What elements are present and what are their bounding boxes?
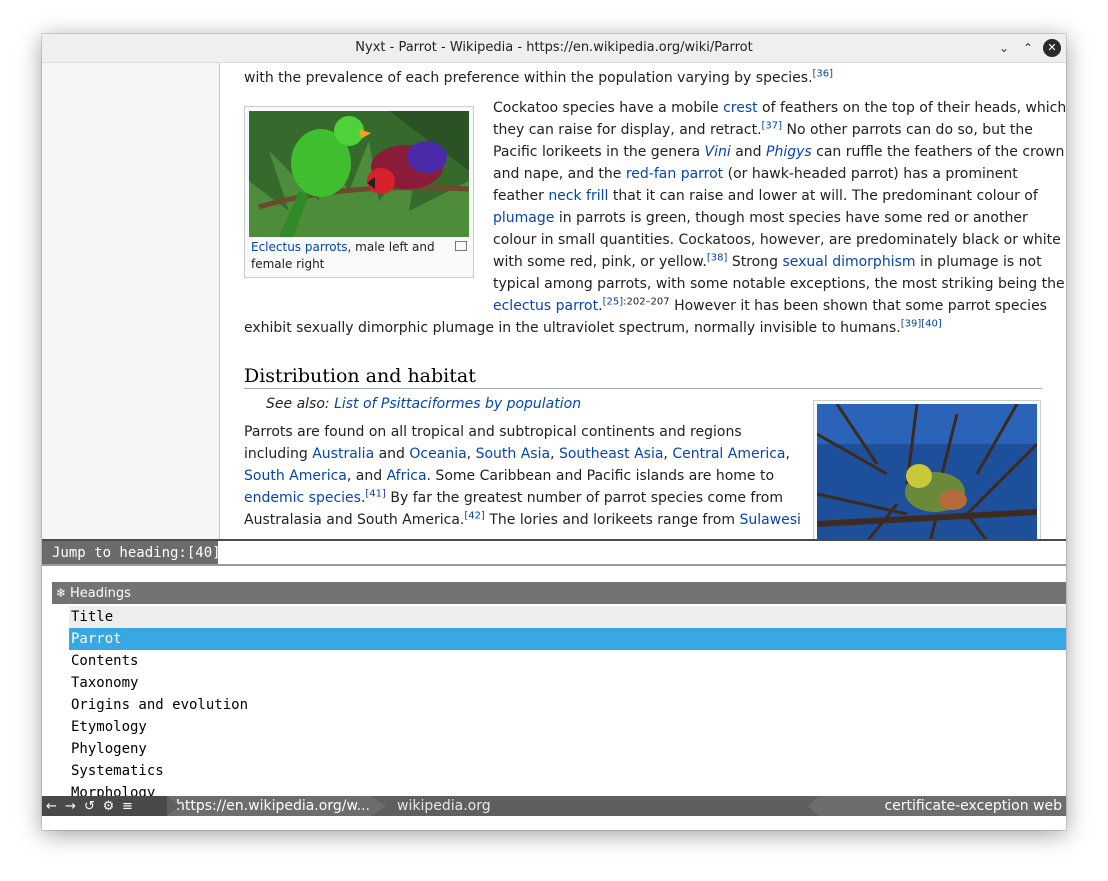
see-also-note: See also: List of Psittaciformes by popu… [266,396,582,412]
forward-arrow-icon[interactable]: → [61,797,80,817]
suggestion-item-contents[interactable]: Contents [69,650,1066,672]
parrot-in-tree-image[interactable] [817,404,1037,539]
page-content[interactable]: with the prevalence of each preference w… [42,63,1066,539]
reference-link[interactable]: [42] [464,510,485,521]
suggestion-item-parrot[interactable]: Parrot [69,628,1066,650]
window-bottom [42,816,1066,830]
prompt-label: Jump to heading:[40] [42,541,227,566]
article-line: feather neck frill that it can raise and… [493,188,1038,204]
left-sidebar [42,63,219,539]
article-line: with the prevalence of each preference w… [244,68,834,86]
article-line: including Australia and Oceania, South A… [244,446,790,462]
back-arrow-icon[interactable]: ← [42,797,61,817]
link-vini[interactable]: Vini [705,144,731,160]
article-line: plumage in parrots is green, though most… [493,210,1028,226]
source-name: Headings [70,586,131,601]
reload-icon[interactable]: ↺ [80,797,99,817]
article-line: Australasia and South America.[42] The l… [244,510,801,528]
link-neck-frill[interactable]: neck frill [548,188,608,204]
column-header: Title [69,606,1066,628]
chevron-down-icon[interactable]: ⌄ [995,39,1013,57]
browser-window: Nyxt - Parrot - Wikipedia - https://en.w… [42,34,1066,830]
suggestion-item-systematics[interactable]: Systematics [69,760,1066,782]
chevron-up-icon[interactable]: ⌃ [1019,39,1037,57]
window-title: Nyxt - Parrot - Wikipedia - https://en.w… [355,40,753,55]
suggestion-item-morphology[interactable]: Morphology [69,782,1066,796]
article-line: Parrots are found on all tropical and su… [244,424,742,440]
modes-segment[interactable]: certificate-exception web [808,796,1066,816]
suggestion-item-etymology[interactable]: Etymology [69,716,1066,738]
link-endemic-species[interactable]: endemic species [244,490,361,506]
navigation-buttons: ← → ↺ ⚙ ≡ [42,796,167,816]
article-line: they can raise for display, and retract.… [493,120,1033,138]
link-central-america[interactable]: Central America [672,446,785,462]
article-line: Cockatoo species have a mobile crest of … [493,100,1066,116]
link-eclectus-parrot[interactable]: eclectus parrot [493,298,598,314]
close-icon[interactable]: ✕ [1043,39,1061,57]
status-modes: certificate-exception web [884,798,1062,814]
reference-link[interactable]: [37] [762,120,783,131]
enlarge-icon[interactable] [455,241,467,251]
status-domain[interactable]: wikipedia.org [397,796,491,816]
link-africa[interactable]: Africa [387,468,427,484]
gear-icon[interactable]: ⚙ [99,797,118,817]
link-sulawesi[interactable]: Sulawesi [739,512,800,528]
suggestion-item-taxonomy[interactable]: Taxonomy [69,672,1066,694]
reference-link[interactable]: [39][40] [901,318,942,329]
article-line: colour in small quantities. Cockatoos, h… [493,232,1061,248]
link-southeast-asia[interactable]: Southeast Asia [559,446,663,462]
status-bar: ← → ↺ ⚙ ≡ https://en.wikipedia.org/w... wiki… [42,796,1066,816]
link-crest[interactable]: crest [723,100,758,116]
image-caption: Eclectus parrots, male left and female r… [251,240,435,271]
section-heading: Distribution and habitat [244,365,476,387]
suggestion-list: Title Parrot Contents Taxonomy Origins a… [69,606,1066,796]
url-segment[interactable]: https://en.wikipedia.org/w... [166,796,386,816]
link-phigys[interactable]: Phigys [766,144,812,160]
link-south-america[interactable]: South America [244,468,347,484]
suggestion-panel: ❄ Headings Title Parrot Contents Taxonomy… [42,566,1066,796]
prompt-input[interactable] [218,541,1066,566]
eclectus-parrots-image[interactable] [249,111,469,237]
link-sexual-dimorphism[interactable]: sexual dimorphism [782,254,915,270]
article-line: exhibit sexually dimorphic plumage in th… [244,318,942,336]
link-australia[interactable]: Australia [312,446,374,462]
link-south-asia[interactable]: South Asia [476,446,550,462]
snowflake-icon: ❄ [56,586,67,600]
reference-link[interactable]: [38] [707,252,728,263]
reference-link[interactable]: [41] [365,488,386,499]
title-bar: Nyxt - Parrot - Wikipedia - https://en.w… [42,34,1066,63]
heading-divider [244,388,1042,389]
content-border [219,63,220,539]
image-thumbnail [813,400,1041,539]
image-thumbnail: Eclectus parrots, male left and female r… [244,106,474,278]
link-red-fan-parrot[interactable]: red-fan parrot [626,166,723,182]
reference-link[interactable]: [25] [603,296,624,307]
article-line: and nape, and the red-fan parrot (or haw… [493,166,1018,182]
suggestion-item-phylogeny[interactable]: Phylogeny [69,738,1066,760]
article-line: with some red, pink, or yellow.[38] Stro… [493,252,1042,270]
minibuffer-prompt: Jump to heading:[40] [42,539,1066,566]
article-line: Pacific lorikeets in the genera Vini and… [493,144,1065,160]
caption-link[interactable]: Eclectus parrots [251,240,348,254]
status-url: https://en.wikipedia.org/w... [176,798,370,814]
menu-icon[interactable]: ≡ [118,797,137,817]
source-header: ❄ Headings [52,582,1066,604]
article-line: typical among parrots, with some notable… [493,276,1065,292]
link-plumage[interactable]: plumage [493,210,554,226]
article-line: eclectus parrot.[25]:202–207 However it … [493,296,1047,314]
reference-link[interactable]: [36] [813,68,834,79]
link-oceania[interactable]: Oceania [409,446,466,462]
see-also-link[interactable]: List of Psittaciformes by population [334,396,581,412]
suggestion-item-origins[interactable]: Origins and evolution [69,694,1066,716]
article-line: endemic species.[41] By far the greatest… [244,488,783,506]
article-line: South America, and Africa. Some Caribbea… [244,468,775,484]
